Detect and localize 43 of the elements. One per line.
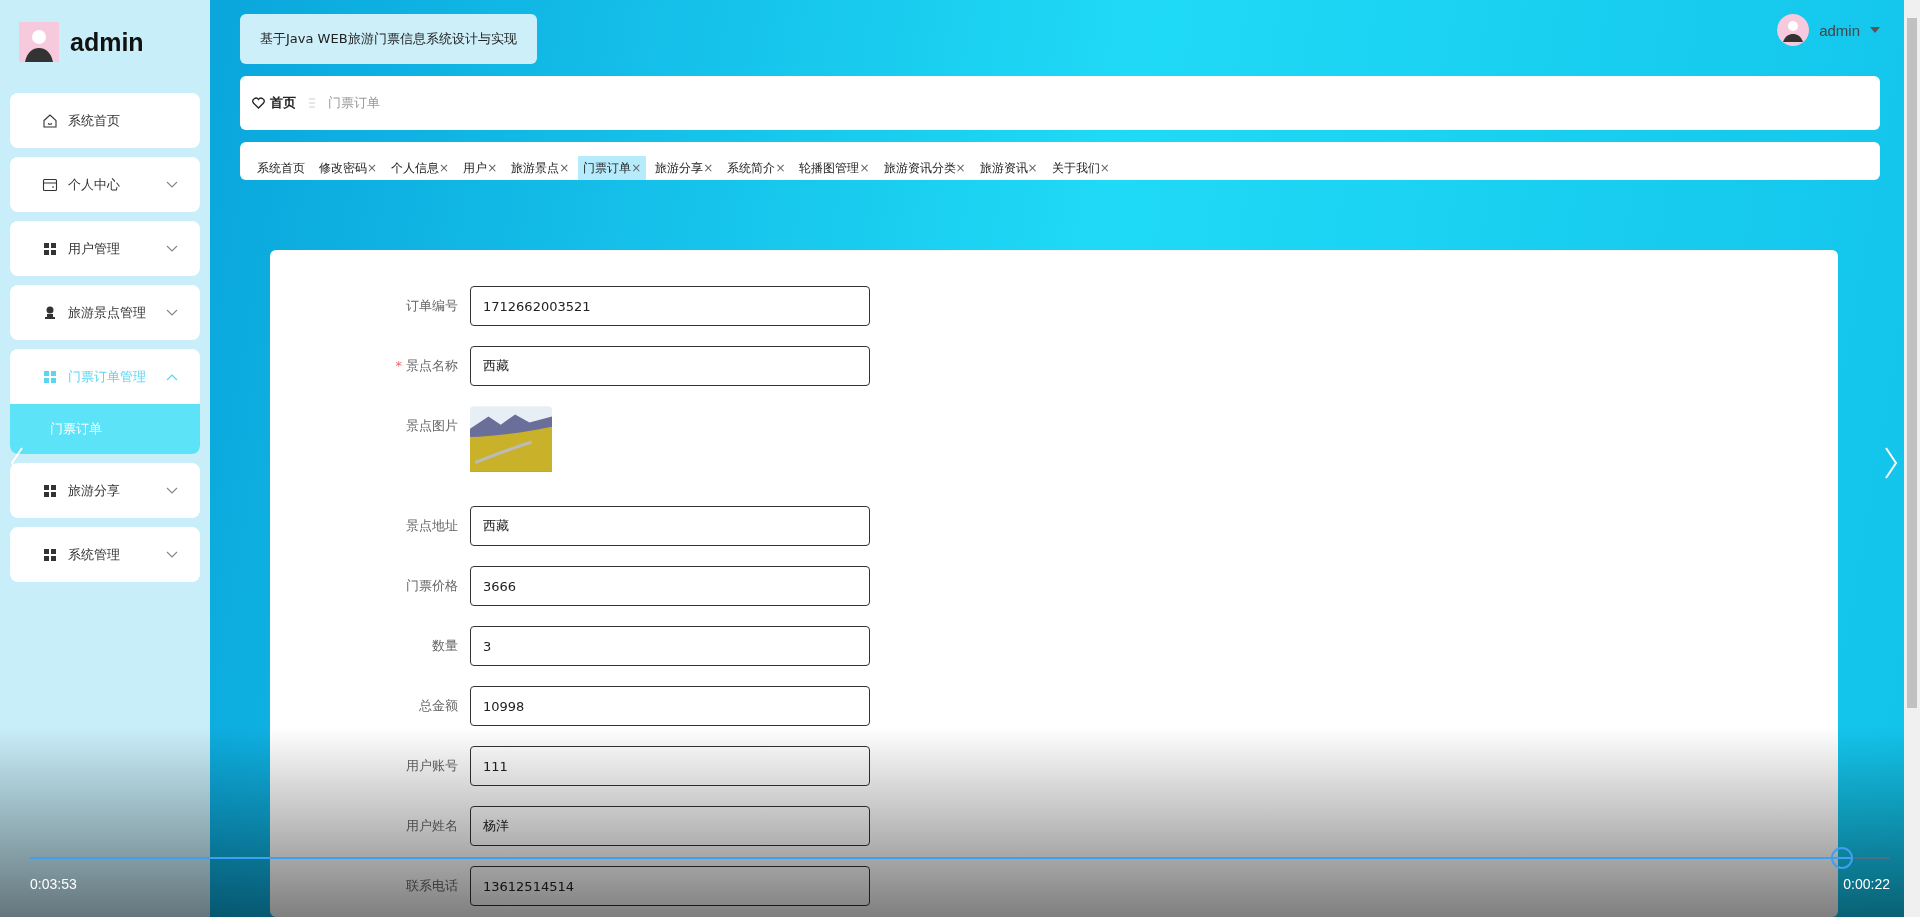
user-menu[interactable]: admin	[1777, 14, 1880, 46]
elapsed-time: 0:03:53	[30, 876, 77, 892]
input-field[interactable]: 1712662003521	[470, 286, 870, 326]
tab[interactable]: 关于我们×	[1046, 156, 1115, 180]
menu-item[interactable]: 个人中心	[10, 157, 200, 212]
tab[interactable]: 轮播图管理×	[794, 156, 875, 180]
remaining-time: 0:00:22	[1843, 876, 1890, 892]
tab[interactable]: 修改密码×	[314, 156, 383, 180]
field-label: * 景点名称	[394, 357, 459, 375]
input-field[interactable]: 13612514514	[470, 866, 870, 906]
field-label: 景点图片	[405, 417, 459, 435]
username: admin	[70, 27, 144, 57]
input-field[interactable]: 10998	[470, 686, 870, 726]
tab[interactable]: 旅游资讯×	[974, 156, 1043, 180]
tab[interactable]: 旅游景点×	[506, 156, 575, 180]
input-field[interactable]: 111	[470, 746, 870, 786]
field-label: 联系电话	[405, 877, 459, 895]
tab[interactable]: 系统简介×	[722, 156, 791, 180]
menu-item[interactable]: 系统管理	[10, 527, 200, 582]
input-field[interactable]: 3666	[470, 566, 870, 606]
field-label: 用户姓名	[405, 817, 459, 835]
menu-item[interactable]: 系统首页	[10, 93, 200, 148]
input-field[interactable]: 西藏	[470, 506, 870, 546]
system-title: 基于Java WEB旅游门票信息系统设计与实现	[240, 14, 537, 64]
field-label: 总金额	[418, 697, 459, 715]
menu-item[interactable]: 旅游景点管理	[10, 285, 200, 340]
tab[interactable]: 系统首页	[252, 156, 310, 180]
tab[interactable]: 旅游分享×	[650, 156, 719, 180]
field-label: 订单编号	[405, 297, 459, 315]
tab[interactable]: 个人信息×	[386, 156, 455, 180]
field-label: 门票价格	[405, 577, 459, 595]
tab[interactable]: 旅游资讯分类×	[878, 156, 971, 180]
menu-item[interactable]: 用户管理	[10, 221, 200, 276]
field-label: 数量	[431, 637, 459, 655]
field-label: 用户账号	[405, 757, 459, 775]
menu-item[interactable]: 旅游分享	[10, 463, 200, 518]
tab[interactable]: 用户×	[458, 156, 503, 180]
input-field[interactable]: 杨洋	[470, 806, 870, 846]
input-field[interactable]: 西藏	[470, 346, 870, 386]
breadcrumb-link[interactable]: 首页	[270, 94, 296, 112]
field-label: 景点地址	[405, 517, 459, 535]
input-field[interactable]: 3	[470, 626, 870, 666]
tab[interactable]: 门票订单×	[578, 156, 647, 180]
